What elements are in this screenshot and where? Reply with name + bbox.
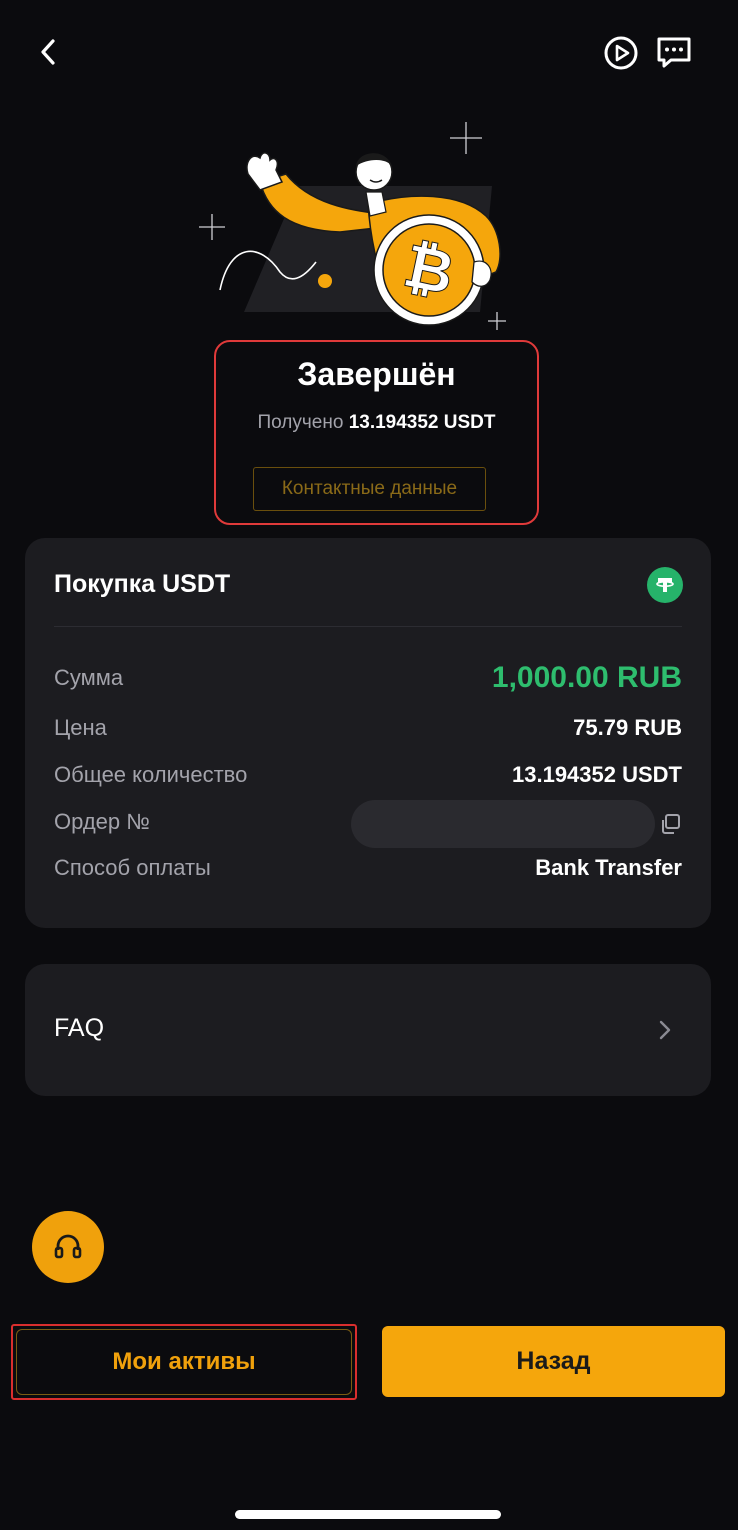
price-value: 75.79 RUB (573, 715, 682, 740)
order-title: Покупка USDT (54, 570, 231, 598)
my-assets-button[interactable]: Мои активы (11, 1324, 357, 1400)
my-assets-label: Мои активы (112, 1348, 256, 1375)
chat-bubble-icon (657, 37, 691, 68)
home-indicator (235, 1510, 501, 1519)
order-status-section: Завершён Получено 13.194352 USDT Контакт… (214, 340, 539, 525)
support-button[interactable] (32, 1211, 104, 1283)
row-label: Сумма (54, 665, 124, 690)
chevron-right-icon (659, 1020, 671, 1040)
chevron-left-icon (41, 39, 55, 65)
faq-link[interactable]: FAQ (25, 964, 711, 1096)
amount-value: 1,000.00 RUB (491, 661, 682, 694)
row-amount: Сумма 1,000.00 RUB (54, 658, 682, 698)
total-quantity-value: 13.194352 USDT (512, 762, 682, 787)
row-label: Общее количество (54, 762, 248, 787)
tether-icon (647, 567, 683, 603)
status-title: Завершён (297, 356, 456, 392)
play-circle-icon (604, 36, 638, 70)
received-value: 13.194352 USDT (348, 412, 496, 433)
chat-button[interactable] (654, 32, 694, 72)
top-bar (0, 28, 738, 78)
copy-icon[interactable] (657, 811, 683, 837)
row-total-quantity: Общее количество 13.194352 USDT (54, 755, 682, 795)
received-label: Получено (257, 412, 344, 433)
play-video-button[interactable] (602, 34, 640, 72)
back-icon-button[interactable] (30, 34, 66, 70)
row-label: Ордер № (54, 809, 150, 834)
payment-method-value: Bank Transfer (535, 855, 682, 880)
order-number-redacted (351, 800, 655, 848)
row-price: Цена 75.79 RUB (54, 708, 682, 748)
back-button[interactable]: Назад (382, 1326, 725, 1397)
received-amount: Получено 13.194352 USDT (216, 412, 537, 434)
row-label: Способ оплаты (54, 855, 211, 880)
faq-label: FAQ (54, 1014, 105, 1042)
row-payment-method: Способ оплаты Bank Transfer (54, 848, 682, 888)
headset-icon (54, 1234, 82, 1259)
contact-details-button[interactable]: Контактные данные (253, 467, 486, 511)
order-details-card: Покупка USDT Сумма 1,000.00 RUB Цена 75.… (25, 538, 711, 928)
card-divider (54, 626, 682, 627)
success-illustration: ₿ (190, 112, 520, 340)
row-label: Цена (54, 715, 107, 740)
